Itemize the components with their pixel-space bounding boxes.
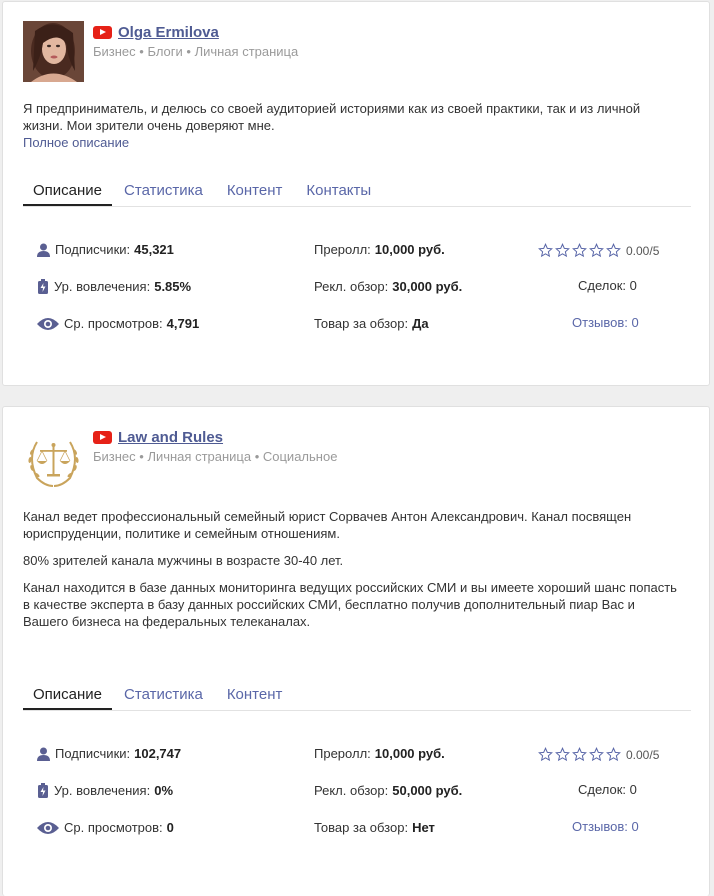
- product-review-stat: Товар за обзор: Нет: [314, 820, 435, 835]
- channel-tabs: Описание Статистика Контент Контакты: [23, 180, 691, 207]
- preroll-label: Преролл:: [314, 242, 371, 257]
- eye-icon: [37, 821, 59, 834]
- subscribers-label: Подписчики:: [55, 242, 131, 257]
- youtube-icon: [93, 431, 112, 444]
- tab-statistics[interactable]: Статистика: [112, 180, 215, 206]
- user-icon: [37, 747, 50, 761]
- channel-avatar[interactable]: [23, 21, 84, 82]
- engagement-stat: Ур. вовлечения: 0%: [37, 783, 173, 798]
- tab-description[interactable]: Описание: [23, 684, 113, 710]
- engagement-label: Ур. вовлечения:: [54, 279, 151, 294]
- engagement-value: 0%: [154, 783, 174, 798]
- user-icon: [37, 243, 50, 257]
- preroll-label: Преролл:: [314, 746, 371, 761]
- views-value: 0: [166, 820, 174, 835]
- description-paragraph: Канал находится в базе данных мониторинг…: [23, 580, 677, 629]
- description-paragraph: Я предприниматель, и делюсь со своей ауд…: [23, 101, 641, 133]
- review-price-value: 30,000 руб.: [392, 279, 463, 294]
- review-price-stat: Рекл. обзор: 50,000 руб.: [314, 783, 462, 798]
- tab-content[interactable]: Контент: [215, 180, 295, 206]
- subscribers-label: Подписчики:: [55, 746, 131, 761]
- tab-description[interactable]: Описание: [23, 180, 113, 206]
- star-icon: [606, 747, 621, 762]
- star-icon: [572, 747, 587, 762]
- engagement-stat: Ур. вовлечения: 5.85%: [37, 279, 191, 294]
- channel-description: Канал ведет профессиональный семейный юр…: [23, 508, 683, 640]
- rating-stars: 0.00/5: [538, 747, 659, 762]
- tab-contacts[interactable]: Контакты: [294, 180, 383, 206]
- views-label: Ср. просмотров:: [64, 820, 163, 835]
- rating-value: 0.00/5: [626, 243, 660, 258]
- star-icon: [606, 243, 621, 258]
- subscribers-stat: Подписчики: 102,747: [37, 746, 181, 761]
- star-icon: [555, 243, 570, 258]
- engagement-value: 5.85%: [154, 279, 192, 294]
- channel-name-link[interactable]: Olga Ermilova: [118, 24, 219, 41]
- engagement-label: Ур. вовлечения:: [54, 783, 151, 798]
- tab-statistics[interactable]: Статистика: [112, 684, 215, 710]
- tab-content[interactable]: Контент: [215, 684, 295, 710]
- review-price-stat: Рекл. обзор: 30,000 руб.: [314, 279, 462, 294]
- views-label: Ср. просмотров:: [64, 316, 163, 331]
- product-review-label: Товар за обзор:: [314, 820, 409, 835]
- description-paragraph: Канал ведет профессиональный семейный юр…: [23, 509, 632, 541]
- views-stat: Ср. просмотров: 4,791: [37, 316, 199, 331]
- preroll-value: 10,000 руб.: [374, 746, 445, 761]
- subscribers-value: 102,747: [134, 746, 182, 761]
- deals-count: Сделок: 0: [578, 278, 637, 293]
- product-review-stat: Товар за обзор: Да: [314, 316, 429, 331]
- channel-name-row: Olga Ermilova: [93, 24, 219, 41]
- rating-value: 0.00/5: [626, 747, 660, 762]
- channel-categories: Бизнес • Личная страница • Социальное: [93, 449, 338, 464]
- channel-name-row: Law and Rules: [93, 429, 223, 446]
- star-icon: [538, 243, 553, 258]
- preroll-value: 10,000 руб.: [374, 242, 445, 257]
- deals-count: Сделок: 0: [578, 782, 637, 797]
- product-review-value: Да: [412, 316, 429, 331]
- star-icon: [572, 243, 587, 258]
- eye-icon: [37, 317, 59, 330]
- star-icon: [555, 747, 570, 762]
- preroll-stat: Преролл: 10,000 руб.: [314, 746, 445, 761]
- battery-icon: [38, 783, 48, 798]
- full-description-link[interactable]: Полное описание: [23, 135, 129, 150]
- product-review-value: Нет: [412, 820, 435, 835]
- views-stat: Ср. просмотров: 0: [37, 820, 174, 835]
- preroll-stat: Преролл: 10,000 руб.: [314, 242, 445, 257]
- channel-tabs: Описание Статистика Контент: [23, 684, 691, 711]
- rating-stars: 0.00/5: [538, 243, 659, 258]
- views-value: 4,791: [166, 316, 200, 331]
- reviews-link[interactable]: Отзывов: 0: [572, 315, 639, 330]
- review-price-label: Рекл. обзор:: [314, 279, 389, 294]
- subscribers-stat: Подписчики: 45,321: [37, 242, 174, 257]
- channel-avatar[interactable]: [23, 430, 84, 491]
- channel-description: Я предприниматель, и делюсь со своей ауд…: [23, 100, 683, 151]
- product-review-label: Товар за обзор:: [314, 316, 409, 331]
- reviews-link[interactable]: Отзывов: 0: [572, 819, 639, 834]
- star-icon: [589, 243, 604, 258]
- star-icon: [589, 747, 604, 762]
- star-icon: [538, 747, 553, 762]
- review-price-label: Рекл. обзор:: [314, 783, 389, 798]
- channel-card: Law and Rules Бизнес • Личная страница •…: [2, 406, 710, 896]
- channel-name-link[interactable]: Law and Rules: [118, 429, 223, 446]
- description-paragraph: 80% зрителей канала мужчины в возрасте 3…: [23, 553, 344, 568]
- review-price-value: 50,000 руб.: [392, 783, 463, 798]
- battery-icon: [38, 279, 48, 294]
- channel-card: Olga Ermilova Бизнес • Блоги • Личная ст…: [2, 1, 710, 386]
- youtube-icon: [93, 26, 112, 39]
- subscribers-value: 45,321: [134, 242, 174, 257]
- channel-categories: Бизнес • Блоги • Личная страница: [93, 44, 299, 59]
